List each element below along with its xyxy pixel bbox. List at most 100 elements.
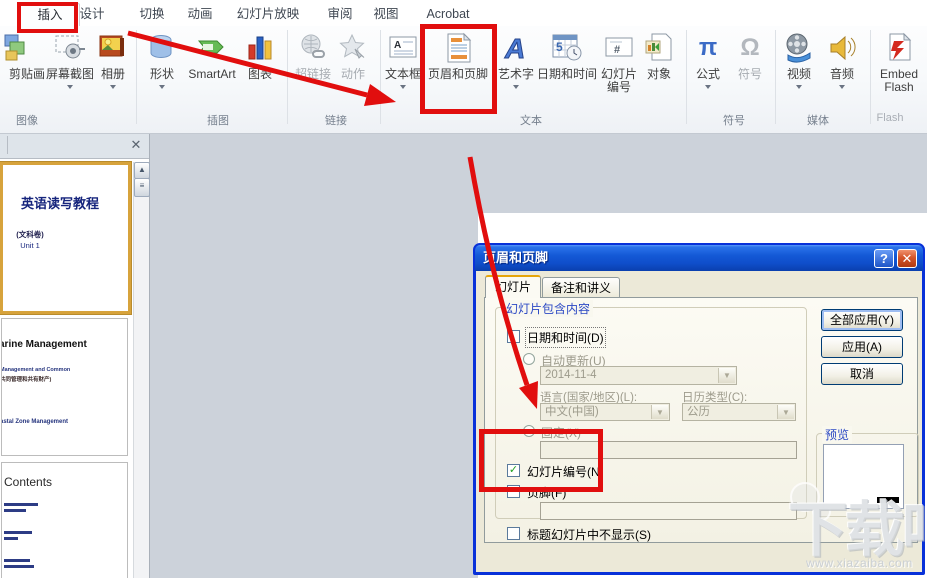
preview-box [823,444,904,509]
slide-thumbnail-3[interactable]: Contents [1,462,128,578]
apply-all-button[interactable]: 全部应用(Y) [821,309,903,331]
smartart-icon [195,31,229,65]
slide-number-button[interactable]: # 幻灯片 编号 [598,28,640,126]
slide2-line1: Management and Common [1,367,70,373]
group-separator [686,30,687,124]
apply-button[interactable]: 应用(A) [821,336,903,358]
slide-thumbnail-2[interactable]: arine Management Management and Common 共… [1,318,128,456]
action-icon [336,31,370,65]
photo-album-button[interactable]: 相册 [88,28,138,126]
group-label-illustrations: 插图 [207,112,229,128]
group-separator [775,30,776,124]
preview-caption: 预览 [822,426,852,443]
language-combo-value: 中文(中国) [545,406,599,418]
annotation-box-header-footer [420,24,497,114]
hyperlink-icon [296,31,330,65]
combo-dropdown-icon: ▼ [718,368,735,383]
panel-tab-divider [7,136,8,154]
svg-text:#: # [614,44,620,56]
date-time-button[interactable]: 5 日期和时间 [537,28,597,126]
slide1-subtitle: (文科卷) [5,229,55,240]
date-time-checkbox[interactable] [507,330,520,343]
title-slide-label[interactable]: 标题幻灯片中不显示(S) [527,526,651,543]
tab-animations[interactable]: 动画 [174,3,226,25]
chevron-down-icon [705,85,711,89]
embed-flash-icon [882,31,916,65]
equation-button[interactable]: π 公式 [690,28,726,126]
help-icon[interactable]: ? [874,249,894,268]
cancel-button[interactable]: 取消 [821,363,903,385]
slide3-textline [4,565,34,568]
clipart-icon [3,31,37,65]
slide-number-icon: # [602,31,636,65]
slides-panel: ✕ 英语读写教程 (文科卷) Unit 1 arine Management M… [0,134,150,578]
calendar-combo-value: 公历 [687,406,710,418]
close-icon[interactable]: ✕ [897,249,917,268]
tab-slide[interactable]: 幻灯片 [485,275,541,298]
textbox-icon: A [386,31,420,65]
group-separator [380,30,381,124]
language-combo: 中文(中国) ▼ [540,403,670,421]
video-icon [782,31,816,65]
combo-dropdown-icon: ▼ [777,405,794,419]
ribbon-tab-row: 插入 设计 切换 动画 幻灯片放映 审阅 视图 Acrobat [0,0,927,26]
slide3-textline [4,531,32,534]
svg-text:A: A [394,40,401,51]
title-slide-checkbox[interactable] [507,527,520,540]
group-label-flash: Flash [877,112,904,124]
chevron-down-icon [796,85,802,89]
symbol-omega-icon: Ω [733,31,767,65]
footer-field[interactable] [540,502,797,520]
slide3-textline [4,509,26,512]
chevron-down-icon [513,85,519,89]
group-label-links: 链接 [325,112,347,128]
group-separator [287,30,288,124]
group-label-text: 文本 [520,112,542,128]
dialog-title: 页眉和页脚 [475,245,923,271]
photo-album-icon [96,31,130,65]
tab-acrobat[interactable]: Acrobat [416,3,480,25]
group-separator [870,30,871,124]
chart-button[interactable]: 图表 [240,28,280,126]
group-label-symbols: 符号 [723,112,745,128]
scroll-up-icon[interactable]: ▲ [134,162,150,179]
preview-slide-number-mark [877,497,899,503]
tab-view[interactable]: 视图 [362,3,410,25]
slide-thumbnail-1[interactable]: 英语读写教程 (文科卷) Unit 1 [0,162,131,314]
slide3-textline [4,559,30,562]
tab-transitions[interactable]: 切换 [126,3,178,25]
tab-review[interactable]: 审阅 [314,3,366,25]
textbox-button[interactable]: A 文本框 [384,28,422,126]
svg-text:A: A [504,33,525,64]
annotation-box-insert-tab [17,2,78,33]
tab-notes-handouts[interactable]: 备注和讲义 [542,277,620,298]
close-icon[interactable]: ✕ [128,137,144,153]
screenshot-icon [53,31,87,65]
chevron-down-icon [67,85,73,89]
dialog-tab-page: 幻灯片包含内容 日期和时间(D) 自动更新(U) 2014-11-4 ▼ 语言(… [484,297,918,543]
combo-dropdown-icon: ▼ [651,405,668,419]
object-icon [642,31,676,65]
date-time-checkbox-label[interactable]: 日期和时间(D) [527,329,604,346]
chevron-down-icon [159,85,165,89]
slide3-textline [4,537,18,540]
tab-slideshow[interactable]: 幻灯片放映 [226,3,310,25]
equation-pi-icon: π [691,31,725,65]
slide2-line2: 共同管理和共有财产) [1,375,51,383]
shapes-button[interactable]: 形状 [140,28,184,126]
chevron-down-icon [400,85,406,89]
wordart-icon: A [499,31,533,65]
slide3-title: Contents [4,475,52,489]
svg-text:5: 5 [556,40,563,54]
panel-scrollbar[interactable]: ▲ ≡ [133,162,149,578]
shapes-icon [145,31,179,65]
groupbox-caption: 幻灯片包含内容 [503,300,593,317]
auto-update-radio [523,353,535,365]
scrollbar-thumb[interactable]: ≡ [134,178,150,197]
slides-panel-header: ✕ [0,134,149,159]
group-label-images: 图像 [16,112,38,128]
slide2-line3: astal Zone Management [1,419,68,425]
slide1-title: 英语读写教程 [0,193,123,212]
object-button[interactable]: 对象 [641,28,677,126]
powerpoint-window: 插入 设计 切换 动画 幻灯片放映 审阅 视图 Acrobat 剪贴画 屏幕截图 [0,0,927,578]
